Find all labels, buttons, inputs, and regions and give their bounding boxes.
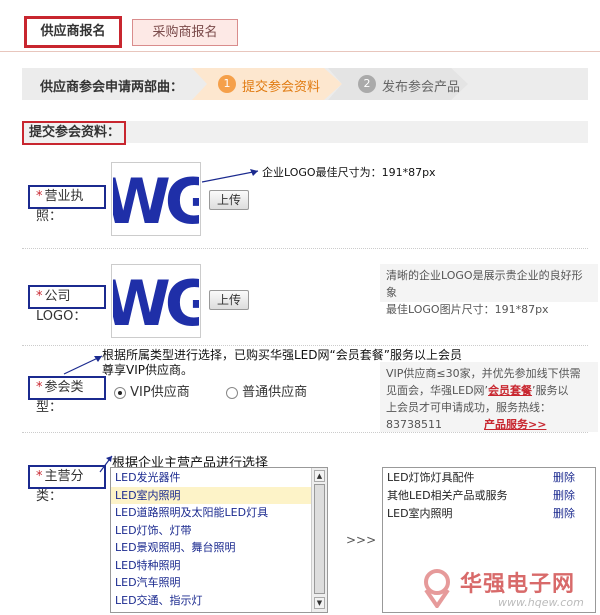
arrow-icon	[201, 169, 259, 183]
scrollbar[interactable]: ▲ ▼	[311, 468, 327, 612]
category-option[interactable]: LED景观照明、舞台照明	[111, 539, 311, 557]
business-license-annotation: 企业LOGO最佳尺寸为：191*87px	[262, 166, 436, 179]
step-1-label: 提交参会资料	[242, 80, 321, 95]
delete-link[interactable]: 删除	[553, 469, 575, 487]
step-1-number: 1	[218, 75, 236, 93]
radio-regular-supplier[interactable]: 普通供应商	[226, 381, 307, 400]
required-star: *	[36, 469, 43, 484]
hqew-logo-icon	[424, 569, 450, 608]
row-divider	[22, 248, 588, 249]
category-option[interactable]: LED交通、指示灯	[111, 592, 311, 610]
scroll-down-icon[interactable]: ▼	[314, 597, 325, 609]
category-option[interactable]: LED发光器件	[111, 469, 311, 487]
selected-category-label: LED室内照明	[387, 507, 453, 520]
category-option[interactable]: LED灯饰、灯带	[111, 522, 311, 540]
scroll-up-icon[interactable]: ▲	[314, 470, 325, 482]
business-license-label-text: 营业执照：	[36, 189, 84, 224]
steps-title: 供应商参会申请两部曲：	[40, 80, 184, 95]
arrow-icon	[63, 355, 103, 375]
hint-line: 清晰的企业LOGO是展示贵企业的良好形象	[386, 269, 583, 299]
step-2-label: 发布参会产品	[382, 80, 461, 95]
hint-line: 83738511 产品服务>>	[386, 416, 592, 433]
tab-supplier-registration[interactable]: 供应商报名	[24, 16, 122, 48]
scroll-thumb[interactable]	[314, 484, 325, 594]
business-license-upload-button[interactable]: 上传	[209, 190, 249, 210]
delete-link[interactable]: 删除	[553, 505, 575, 523]
radio-label: VIP供应商	[130, 385, 190, 400]
radio-button[interactable]	[114, 386, 126, 399]
svg-text:WG: WG	[113, 165, 199, 233]
selected-category-row: 其他LED相关产品或服务 删除	[387, 487, 591, 505]
company-logo-label: * 公司LOGO：	[28, 285, 106, 324]
main-category-label-text: 主营分类：	[36, 469, 84, 504]
service-phone: 83738511	[386, 418, 442, 431]
wg-logo-icon: WG	[113, 267, 199, 335]
watermark-url: www.hqew.com	[498, 596, 584, 609]
required-star: *	[36, 380, 43, 395]
hint-line: 最佳LOGO图片尺寸：191*87px	[386, 303, 549, 316]
business-license-label: * 营业执照：	[28, 185, 106, 224]
company-logo-hint: 清晰的企业LOGO是展示贵企业的良好形象 最佳LOGO图片尺寸：191*87px	[380, 264, 598, 316]
delete-link[interactable]: 删除	[553, 487, 575, 505]
main-category-label: * 主营分类：	[28, 465, 106, 504]
section-title: 提交参会资料：	[22, 121, 126, 145]
watermark-text: 华强电子网	[460, 572, 576, 597]
available-category-list[interactable]: LED发光器件 LED室内照明 LED道路照明及太阳能LED灯具 LED灯饰、灯带 LE…	[110, 467, 328, 613]
hint-line: 见面会，华强LED网’会员套餐’服务以	[386, 384, 569, 397]
company-logo-upload-button[interactable]: 上传	[209, 290, 249, 310]
row-divider	[22, 345, 588, 346]
required-star: *	[36, 289, 43, 304]
business-license-image: WG	[111, 162, 201, 236]
radio-button[interactable]	[226, 386, 238, 399]
category-option[interactable]: LED汽车照明	[111, 574, 311, 592]
company-logo-label-text: 公司LOGO：	[36, 289, 87, 324]
svg-text:WG: WG	[113, 267, 199, 335]
company-logo-image: WG	[111, 264, 201, 338]
selected-category-label: LED灯饰灯具配件	[387, 471, 475, 484]
member-package-link[interactable]: 会员套餐	[488, 384, 532, 397]
radio-vip-supplier[interactable]: VIP供应商	[114, 381, 190, 400]
participant-type-label-text: 参会类型：	[36, 380, 84, 415]
category-option[interactable]: LED室内照明	[111, 486, 311, 504]
participant-type-hint: VIP供应商≤30家，并优先参加线下供需 见面会，华强LED网’会员套餐’服务以…	[380, 362, 598, 432]
selected-category-items: LED灯饰灯具配件 删除 其他LED相关产品或服务 删除 LED室内照明 删除	[387, 469, 591, 523]
radio-label: 普通供应商	[242, 385, 308, 400]
selected-category-label: 其他LED相关产品或服务	[387, 489, 508, 502]
participant-type-label: * 参会类型：	[28, 376, 106, 415]
tab-buyer-registration[interactable]: 采购商报名	[132, 19, 238, 46]
step-2-number: 2	[358, 75, 376, 93]
available-category-items: LED发光器件 LED室内照明 LED道路照明及太阳能LED灯具 LED灯饰、灯带 LE…	[111, 469, 311, 609]
wg-logo-icon: WG	[113, 165, 199, 233]
category-option[interactable]: LED特种照明	[111, 557, 311, 575]
selected-category-row: LED室内照明 删除	[387, 505, 591, 523]
annotation-line: 根据所属类型进行选择，已购买华强LED网“会员套餐”服务以上会员	[102, 348, 462, 362]
selected-category-row: LED灯饰灯具配件 删除	[387, 469, 591, 487]
hint-line: VIP供应商≤30家，并优先参加线下供需	[386, 367, 581, 380]
required-star: *	[36, 189, 43, 204]
move-right-button[interactable]: >>>	[346, 533, 376, 547]
hint-line: 上会员才可申请成功，服务热线：	[386, 401, 551, 414]
category-option[interactable]: LED道路照明及太阳能LED灯具	[111, 504, 311, 522]
product-service-link[interactable]: 产品服务>>	[484, 418, 546, 431]
